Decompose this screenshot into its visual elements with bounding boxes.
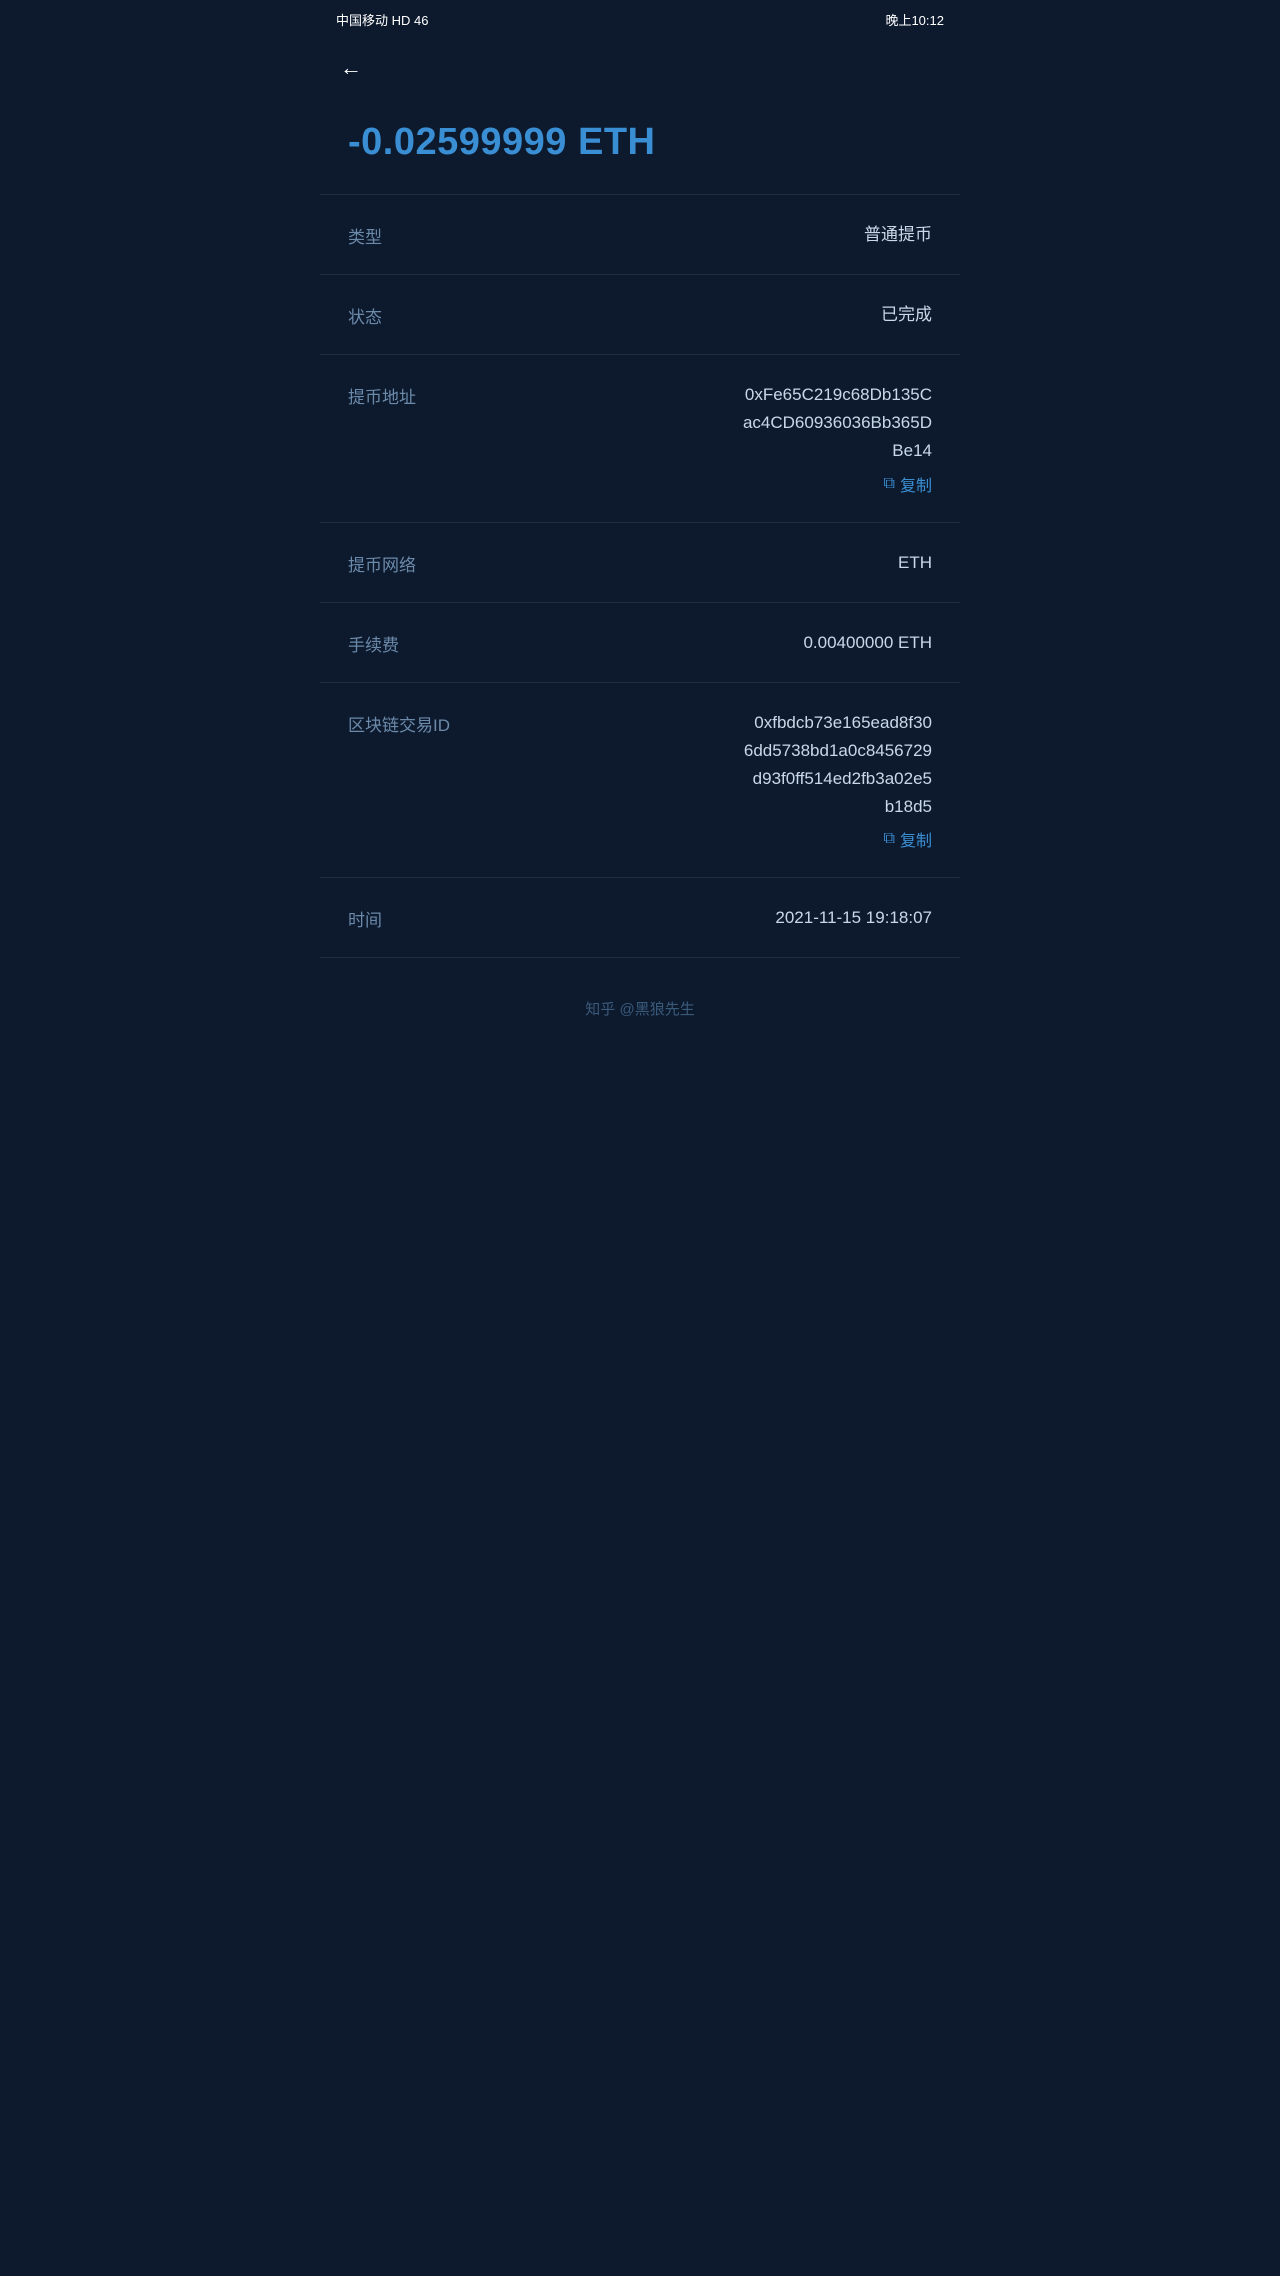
type-label: 类型 [348,221,382,248]
fee-value: 0.00400000 ETH [415,629,932,656]
time-row: 时间 2021-11-15 19:18:07 [320,878,960,958]
txid-copy-icon: ⧉ [884,830,895,848]
txid-content: 0xfbdcb73e165ead8f30 6dd5738bd1a0c845672… [466,709,932,851]
copy-icon: ⧉ [884,475,895,493]
time-label: 时间 [348,904,382,931]
amount-section: -0.02599999 ETH [320,91,960,194]
fee-row: 手续费 0.00400000 ETH [320,603,960,683]
txid-row: 区块链交易ID 0xfbdcb73e165ead8f30 6dd5738bd1a… [320,683,960,878]
time-value: 2021-11-15 19:18:07 [398,904,932,931]
address-content: 0xFe65C219c68Db135C ac4CD60936036Bb365D … [432,381,932,495]
network-label: 提币网络 [348,549,416,576]
address-label: 提币地址 [348,381,416,408]
address-text: 0xFe65C219c68Db135C ac4CD60936036Bb365D … [432,381,932,465]
txid-text: 0xfbdcb73e165ead8f30 6dd5738bd1a0c845672… [466,709,932,821]
type-value: 普通提币 [398,221,932,248]
amount-value: -0.02599999 ETH [348,121,932,164]
txid-label: 区块链交易ID [348,709,450,736]
footer-watermark: 知乎 @黑狼先生 [320,958,960,1049]
network-row: 提币网络 ETH [320,523,960,603]
carrier-text: 中国移动 HD 46 [336,10,428,29]
fee-label: 手续费 [348,629,399,656]
status-label: 状态 [348,301,382,328]
address-copy-label: 复制 [900,472,932,496]
address-row: 提币地址 0xFe65C219c68Db135C ac4CD60936036Bb… [320,355,960,522]
txid-copy-button[interactable]: ⧉ 复制 [466,827,932,851]
back-arrow-icon[interactable]: ← [340,55,362,80]
address-copy-button[interactable]: ⧉ 复制 [432,472,932,496]
status-row: 状态 已完成 [320,275,960,355]
type-row: 类型 普通提币 [320,195,960,275]
status-bar: 中国移动 HD 46 晚上10:12 [320,0,960,39]
time-text: 晚上10:12 [885,10,944,29]
txid-copy-label: 复制 [900,827,932,851]
network-value: ETH [432,549,932,576]
footer-text: 知乎 @黑狼先生 [585,1001,694,1018]
back-button-area[interactable]: ← [320,39,960,91]
status-value: 已完成 [398,301,932,328]
